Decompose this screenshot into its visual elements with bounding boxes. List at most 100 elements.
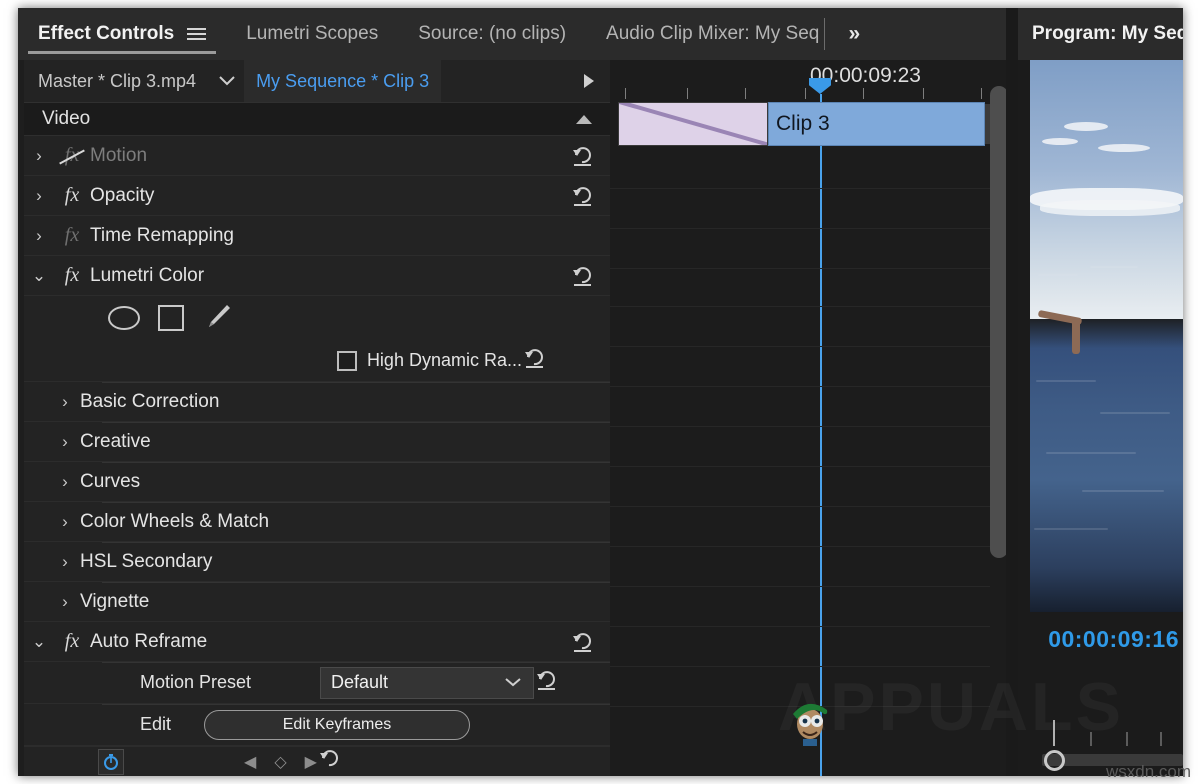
vertical-scrollbar[interactable] — [990, 62, 1006, 562]
tab-truncation-indicator — [824, 18, 825, 50]
breadcrumb-master[interactable]: Master * Clip 3.mp4 — [24, 60, 210, 102]
lumetri-section-creative-label: Creative — [80, 431, 151, 453]
reset-icon[interactable] — [522, 346, 548, 375]
fx-icon[interactable]: fx — [54, 184, 90, 207]
motion-preset-row: Motion Preset Default — [24, 662, 610, 704]
chevron-right-icon[interactable]: › — [50, 592, 80, 612]
row-separator — [102, 542, 610, 543]
tab-source-label: Source: (no clips) — [418, 23, 566, 45]
chevron-right-icon[interactable]: › — [50, 512, 80, 532]
tab-lumetri-scopes[interactable]: Lumetri Scopes — [226, 8, 398, 60]
video-section-header[interactable]: Video — [24, 102, 610, 136]
chevron-down-icon[interactable]: ⌄ — [24, 266, 54, 286]
panel-menu-icon[interactable] — [187, 28, 206, 40]
timeline-clip[interactable]: Clip 3 — [768, 102, 985, 146]
cross-dissolve-transition[interactable] — [618, 102, 768, 146]
left-tab-group: Effect Controls Lumetri Scopes Source: (… — [18, 8, 1006, 60]
effect-row-time-remapping-label: Time Remapping — [90, 225, 234, 247]
lumetri-section-basic-correction-label: Basic Correction — [80, 391, 219, 413]
effect-row-opacity[interactable]: › fx Opacity — [24, 176, 610, 216]
keyframe-navigator: ◀ ◇ ▶ — [244, 752, 317, 772]
row-separator — [102, 662, 610, 663]
effect-row-auto-reframe[interactable]: ⌄ fx Auto Reframe — [24, 622, 610, 662]
mask-tools-row — [24, 296, 610, 340]
lumetri-section-hsl-secondary[interactable]: › HSL Secondary — [24, 542, 610, 582]
tab-effect-controls[interactable]: Effect Controls — [18, 8, 226, 60]
next-keyframe-icon[interactable]: ▶ — [305, 752, 317, 772]
chevron-down-icon[interactable]: ⌄ — [24, 632, 54, 652]
stopwatch-icon[interactable] — [98, 749, 124, 775]
ellipse-mask-icon[interactable] — [108, 306, 140, 330]
motion-preset-select[interactable]: Default — [320, 667, 534, 699]
fx-icon[interactable]: fx — [54, 630, 90, 653]
tab-active-underline — [28, 51, 216, 54]
program-monitor-timecode[interactable]: 00:00:09:16 — [1048, 626, 1179, 653]
vertical-scrollbar-thumb[interactable] — [990, 86, 1006, 558]
rectangle-mask-icon[interactable] — [158, 305, 184, 331]
reset-icon[interactable] — [534, 668, 560, 697]
effect-row-lumetri-color[interactable]: ⌄ fx Lumetri Color — [24, 256, 610, 296]
pen-mask-icon[interactable] — [202, 302, 232, 335]
motion-preset-label: Motion Preset — [24, 672, 320, 693]
effect-controls-list-column: Master * Clip 3.mp4 My Sequence * Clip 3… — [24, 60, 610, 776]
program-monitor-panel: 00:00:09:16 — [1018, 60, 1183, 776]
effect-row-time-remapping[interactable]: › fx Time Remapping — [24, 216, 610, 256]
tab-program-monitor-label: Program: My Seq — [1032, 23, 1183, 45]
edit-keyframes-row: Edit Edit Keyframes — [24, 704, 610, 746]
reset-icon[interactable] — [570, 144, 596, 168]
lumetri-section-hsl-secondary-label: HSL Secondary — [80, 551, 212, 573]
effect-row-auto-reframe-label: Auto Reframe — [90, 631, 207, 653]
tab-program-monitor[interactable]: Program: My Seq — [1018, 8, 1183, 60]
panel-divider[interactable] — [1006, 8, 1018, 776]
edit-keyframes-button[interactable]: Edit Keyframes — [204, 710, 470, 740]
chevron-right-icon[interactable]: › — [24, 226, 54, 246]
chevron-right-icon[interactable]: › — [24, 186, 54, 206]
chevron-right-icon[interactable]: › — [24, 146, 54, 166]
tab-source[interactable]: Source: (no clips) — [398, 8, 586, 60]
playhead-line — [820, 94, 822, 776]
triangle-up-icon[interactable] — [576, 115, 592, 124]
reset-icon[interactable] — [570, 630, 596, 654]
reset-icon[interactable] — [317, 747, 343, 776]
tab-audio-clip-mixer-label: Audio Clip Mixer: My Seq — [606, 23, 819, 45]
tab-lumetri-scopes-label: Lumetri Scopes — [246, 23, 378, 45]
chevron-right-icon[interactable]: › — [50, 472, 80, 492]
reset-icon[interactable] — [570, 264, 596, 288]
breadcrumb: Master * Clip 3.mp4 My Sequence * Clip 3 — [24, 60, 610, 102]
fx-disabled-icon[interactable]: fx — [54, 144, 90, 167]
play-triangle-icon[interactable] — [582, 60, 596, 102]
effect-row-motion-label: Motion — [90, 145, 147, 167]
effect-controls-panel: Master * Clip 3.mp4 My Sequence * Clip 3… — [18, 60, 1006, 776]
effects-rows: › fx Motion › fx Opacity — [24, 136, 610, 776]
lumetri-section-basic-correction[interactable]: › Basic Correction — [24, 382, 610, 422]
tab-overflow-button[interactable]: » — [825, 8, 881, 60]
lumetri-section-vignette-label: Vignette — [80, 591, 149, 613]
row-separator — [102, 422, 610, 423]
video-sea — [1030, 319, 1183, 612]
chevron-right-icon[interactable]: › — [50, 552, 80, 572]
program-monitor-video[interactable] — [1030, 60, 1183, 612]
effect-row-motion[interactable]: › fx Motion — [24, 136, 610, 176]
scrubber-knob-icon[interactable] — [1044, 750, 1065, 771]
tab-audio-clip-mixer[interactable]: Audio Clip Mixer: My Seq — [586, 8, 825, 60]
ruler-ticks — [610, 88, 1006, 102]
fx-icon[interactable]: fx — [54, 264, 90, 287]
lumetri-section-curves[interactable]: › Curves — [24, 462, 610, 502]
lumetri-section-creative[interactable]: › Creative — [24, 422, 610, 462]
prev-keyframe-icon[interactable]: ◀ — [244, 752, 256, 772]
lumetri-section-color-wheels[interactable]: › Color Wheels & Match — [24, 502, 610, 542]
breadcrumb-sequence[interactable]: My Sequence * Clip 3 — [244, 60, 441, 102]
effect-controls-timeline: 00:00:09:23 — [610, 60, 1006, 776]
chevron-down-icon — [505, 675, 521, 690]
clipped-keyframe-row[interactable]: ◀ ◇ ▶ — [24, 746, 610, 776]
chevron-down-icon[interactable] — [210, 60, 244, 102]
reset-icon[interactable] — [570, 184, 596, 208]
chevron-right-icon[interactable]: › — [50, 392, 80, 412]
add-keyframe-icon[interactable]: ◇ — [274, 752, 286, 772]
hdr-row: High Dynamic Ra... — [24, 340, 610, 382]
motion-preset-value: Default — [331, 672, 388, 693]
hdr-checkbox[interactable] — [337, 351, 357, 371]
lumetri-section-vignette[interactable]: › Vignette — [24, 582, 610, 622]
timeline-clip-label: Clip 3 — [769, 112, 830, 136]
chevron-right-icon[interactable]: › — [50, 432, 80, 452]
